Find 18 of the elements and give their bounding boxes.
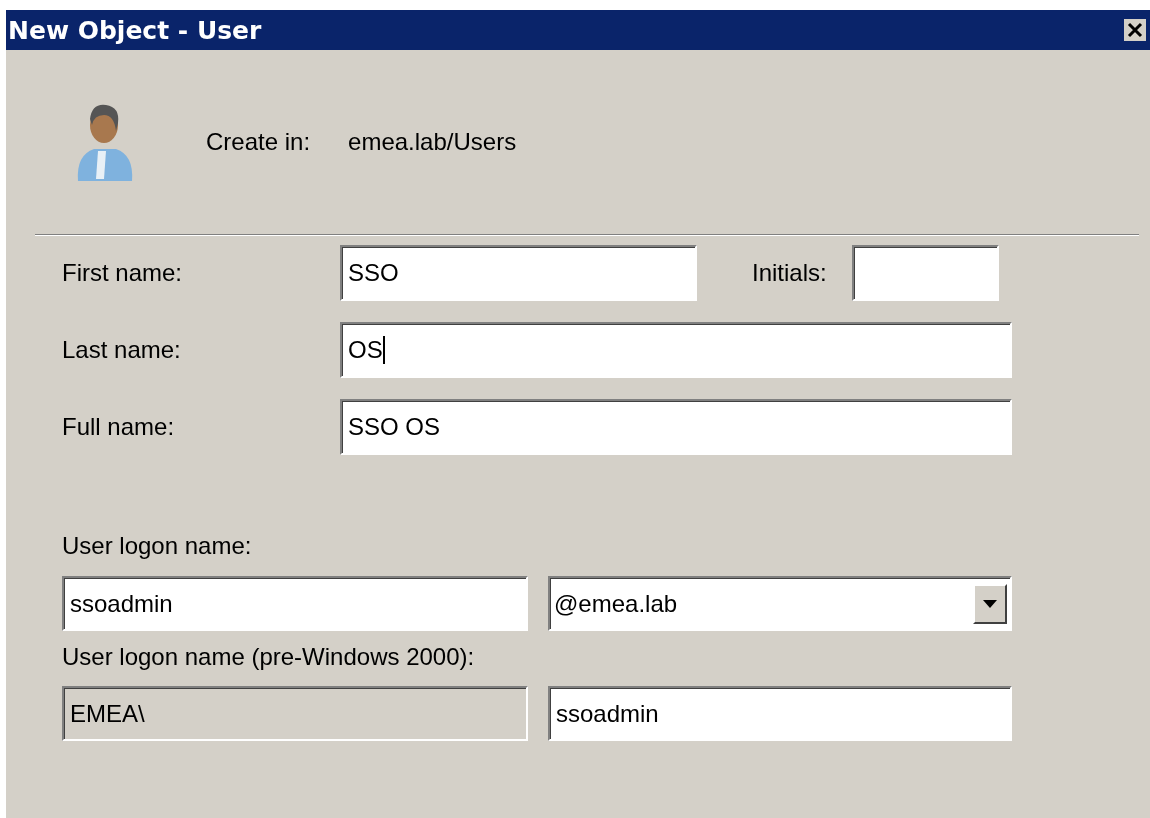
first-name-field[interactable]: SSO (340, 245, 697, 301)
field-label: Initials: (752, 259, 827, 287)
logon-name-field[interactable]: ssoadmin (62, 576, 528, 631)
domain-dropdown[interactable]: @emea.lab (548, 576, 1012, 631)
dropdown-arrow-icon (983, 599, 997, 608)
window-title: New Object - User (8, 15, 262, 45)
close-icon[interactable] (1124, 19, 1146, 41)
container-path: emea.lab/Users (348, 128, 517, 156)
pre-windows-logon-field[interactable]: ssoadmin (548, 686, 1012, 741)
full-name-field[interactable]: SSO OS (340, 399, 1012, 455)
field-label: User logon name (pre-Windows 2000): (62, 643, 476, 671)
last-name-field[interactable]: OS (340, 322, 1012, 378)
field-label: User logon name: (62, 532, 253, 560)
create-in-label: Create in: (206, 128, 311, 156)
initials-field[interactable] (851, 245, 999, 301)
field-label: Last name: (62, 336, 182, 364)
field-label: First name: (62, 259, 184, 287)
field-label: Full name: (62, 413, 176, 441)
